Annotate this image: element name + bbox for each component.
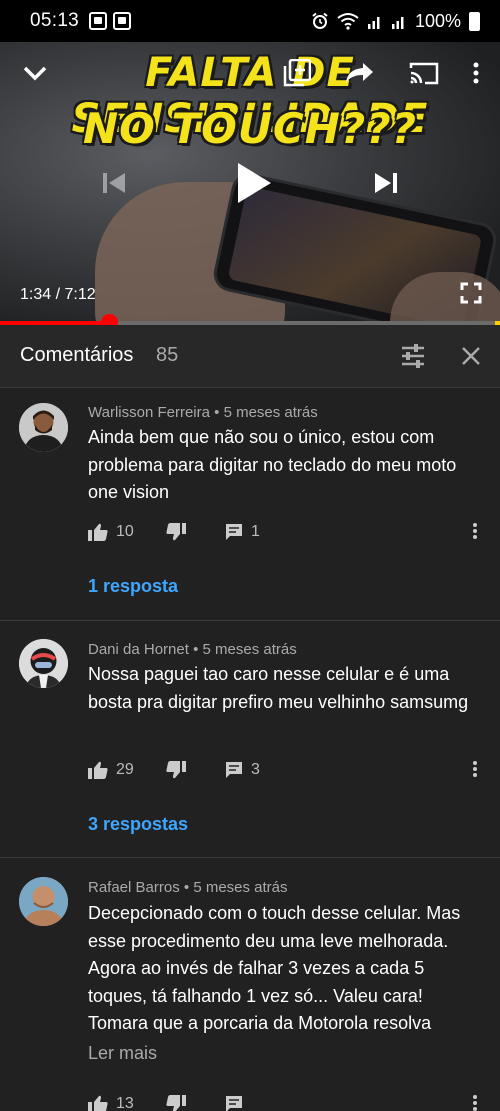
gallery-notification-icon	[113, 12, 132, 30]
reply-button[interactable]: 3	[225, 757, 260, 783]
comment-age: 5 meses atrás	[223, 404, 318, 421]
video-title-line-2: NO TOUCH???	[83, 104, 417, 153]
user-avatar-icon	[19, 403, 68, 452]
comment-meta: Dani da Hornet • 5 meses atrás	[88, 641, 297, 658]
comment-author[interactable]: Rafael Barros	[88, 879, 180, 896]
comment-actions: 10 1	[88, 519, 488, 545]
video-player[interactable]: FALTA DE SENSIBILIDADE NO TOUCH??? 1:34 …	[0, 42, 500, 323]
thumbs-down-icon	[166, 761, 186, 779]
user-avatar-icon	[19, 877, 68, 926]
sort-comments-button[interactable]	[400, 343, 426, 369]
tune-icon	[402, 344, 424, 368]
notification-icons	[89, 12, 132, 30]
comments-title: Comentários	[20, 344, 134, 366]
playlist-add-icon	[283, 59, 311, 87]
comment-author[interactable]: Dani da Hornet	[88, 641, 189, 658]
comment-actions: 13	[88, 1091, 488, 1111]
reply-count: 1	[251, 523, 260, 540]
dislike-button[interactable]	[166, 519, 186, 545]
status-bar: 05:13 100%	[0, 0, 500, 42]
alarm-icon	[312, 12, 328, 29]
share-button[interactable]	[344, 58, 376, 88]
comment-item: Warlisson Ferreira • 5 meses atrás Ainda…	[0, 389, 500, 621]
signal-icon	[391, 17, 404, 29]
previous-video-button[interactable]	[98, 167, 130, 199]
skip-next-icon	[375, 173, 397, 193]
reply-button[interactable]: 1	[225, 519, 260, 545]
close-comments-button[interactable]	[458, 343, 484, 369]
reply-button[interactable]	[225, 1091, 243, 1111]
wifi-icon	[337, 13, 359, 30]
like-button[interactable]: 10	[88, 519, 134, 545]
comment-item: Dani da Hornet • 5 meses atrás Nossa pag…	[0, 622, 500, 858]
dislike-button[interactable]	[166, 1091, 186, 1111]
like-count: 10	[116, 523, 134, 540]
comment-item: Rafael Barros • 5 meses atrás Decepciona…	[0, 859, 500, 1111]
avatar[interactable]	[19, 877, 68, 926]
add-to-playlist-button[interactable]	[282, 58, 312, 88]
fullscreen-icon	[460, 282, 482, 304]
next-video-button[interactable]	[370, 167, 402, 199]
comment-author[interactable]: Warlisson Ferreira	[88, 404, 210, 421]
comment-more-button[interactable]	[472, 759, 482, 781]
more-vert-icon	[473, 62, 479, 84]
comment-age: 5 meses atrás	[202, 641, 297, 658]
gallery-notification-icon	[89, 12, 108, 30]
view-replies-link[interactable]: 1 resposta	[88, 576, 178, 597]
comment-text: Ainda bem que não sou o único, estou com…	[88, 427, 457, 502]
thumbs-up-icon	[88, 523, 108, 541]
comment-meta: Rafael Barros • 5 meses atrás	[88, 879, 288, 896]
more-vert-icon	[473, 523, 477, 539]
play-icon	[238, 163, 271, 203]
signal-icon	[367, 17, 380, 29]
comment-icon	[226, 762, 242, 778]
thumbs-down-icon	[166, 523, 186, 541]
battery-icon	[469, 11, 480, 31]
cast-icon	[409, 62, 439, 85]
cast-button[interactable]	[408, 58, 440, 88]
battery-percentage: 100%	[414, 10, 461, 31]
comment-text: Nossa paguei tao caro nesse celular e é …	[88, 664, 469, 712]
avatar[interactable]	[19, 403, 68, 452]
close-icon	[462, 347, 480, 365]
like-count: 13	[116, 1095, 134, 1111]
like-button[interactable]: 29	[88, 757, 134, 783]
comment-more-button[interactable]	[472, 521, 482, 543]
user-avatar-icon	[19, 639, 68, 688]
like-count: 29	[116, 761, 134, 778]
more-vert-icon	[473, 761, 477, 777]
status-time: 05:13	[30, 10, 80, 31]
play-button[interactable]	[230, 157, 278, 209]
comment-meta: Warlisson Ferreira • 5 meses atrás	[88, 404, 318, 421]
fullscreen-button[interactable]	[458, 280, 484, 306]
more-vert-icon	[473, 1095, 477, 1111]
skip-previous-icon	[103, 173, 125, 193]
thumbs-up-icon	[88, 1095, 108, 1111]
reply-count: 3	[251, 761, 260, 778]
dislike-button[interactable]	[166, 757, 186, 783]
comment-text: Decepcionado com o touch desse celular. …	[88, 903, 461, 1033]
read-more-link[interactable]: Ler mais	[88, 1043, 157, 1064]
chevron-down-icon	[23, 66, 47, 81]
comments-count: 85	[156, 344, 179, 366]
thumbs-down-icon	[166, 1095, 186, 1111]
more-options-button[interactable]	[466, 58, 486, 88]
share-arrow-icon	[346, 63, 373, 83]
playback-time: 1:34 / 7:12	[20, 286, 96, 303]
comment-actions: 29 3	[88, 757, 488, 783]
minimize-button[interactable]	[20, 58, 50, 88]
avatar[interactable]	[19, 639, 68, 688]
like-button[interactable]: 13	[88, 1091, 134, 1111]
comment-more-button[interactable]	[472, 1093, 482, 1111]
comment-icon	[226, 524, 242, 540]
comment-icon	[226, 1096, 242, 1111]
thumbs-up-icon	[88, 761, 108, 779]
comments-header: Comentários 85	[0, 325, 500, 388]
comment-age: 5 meses atrás	[193, 879, 288, 896]
view-replies-link[interactable]: 3 respostas	[88, 814, 188, 835]
